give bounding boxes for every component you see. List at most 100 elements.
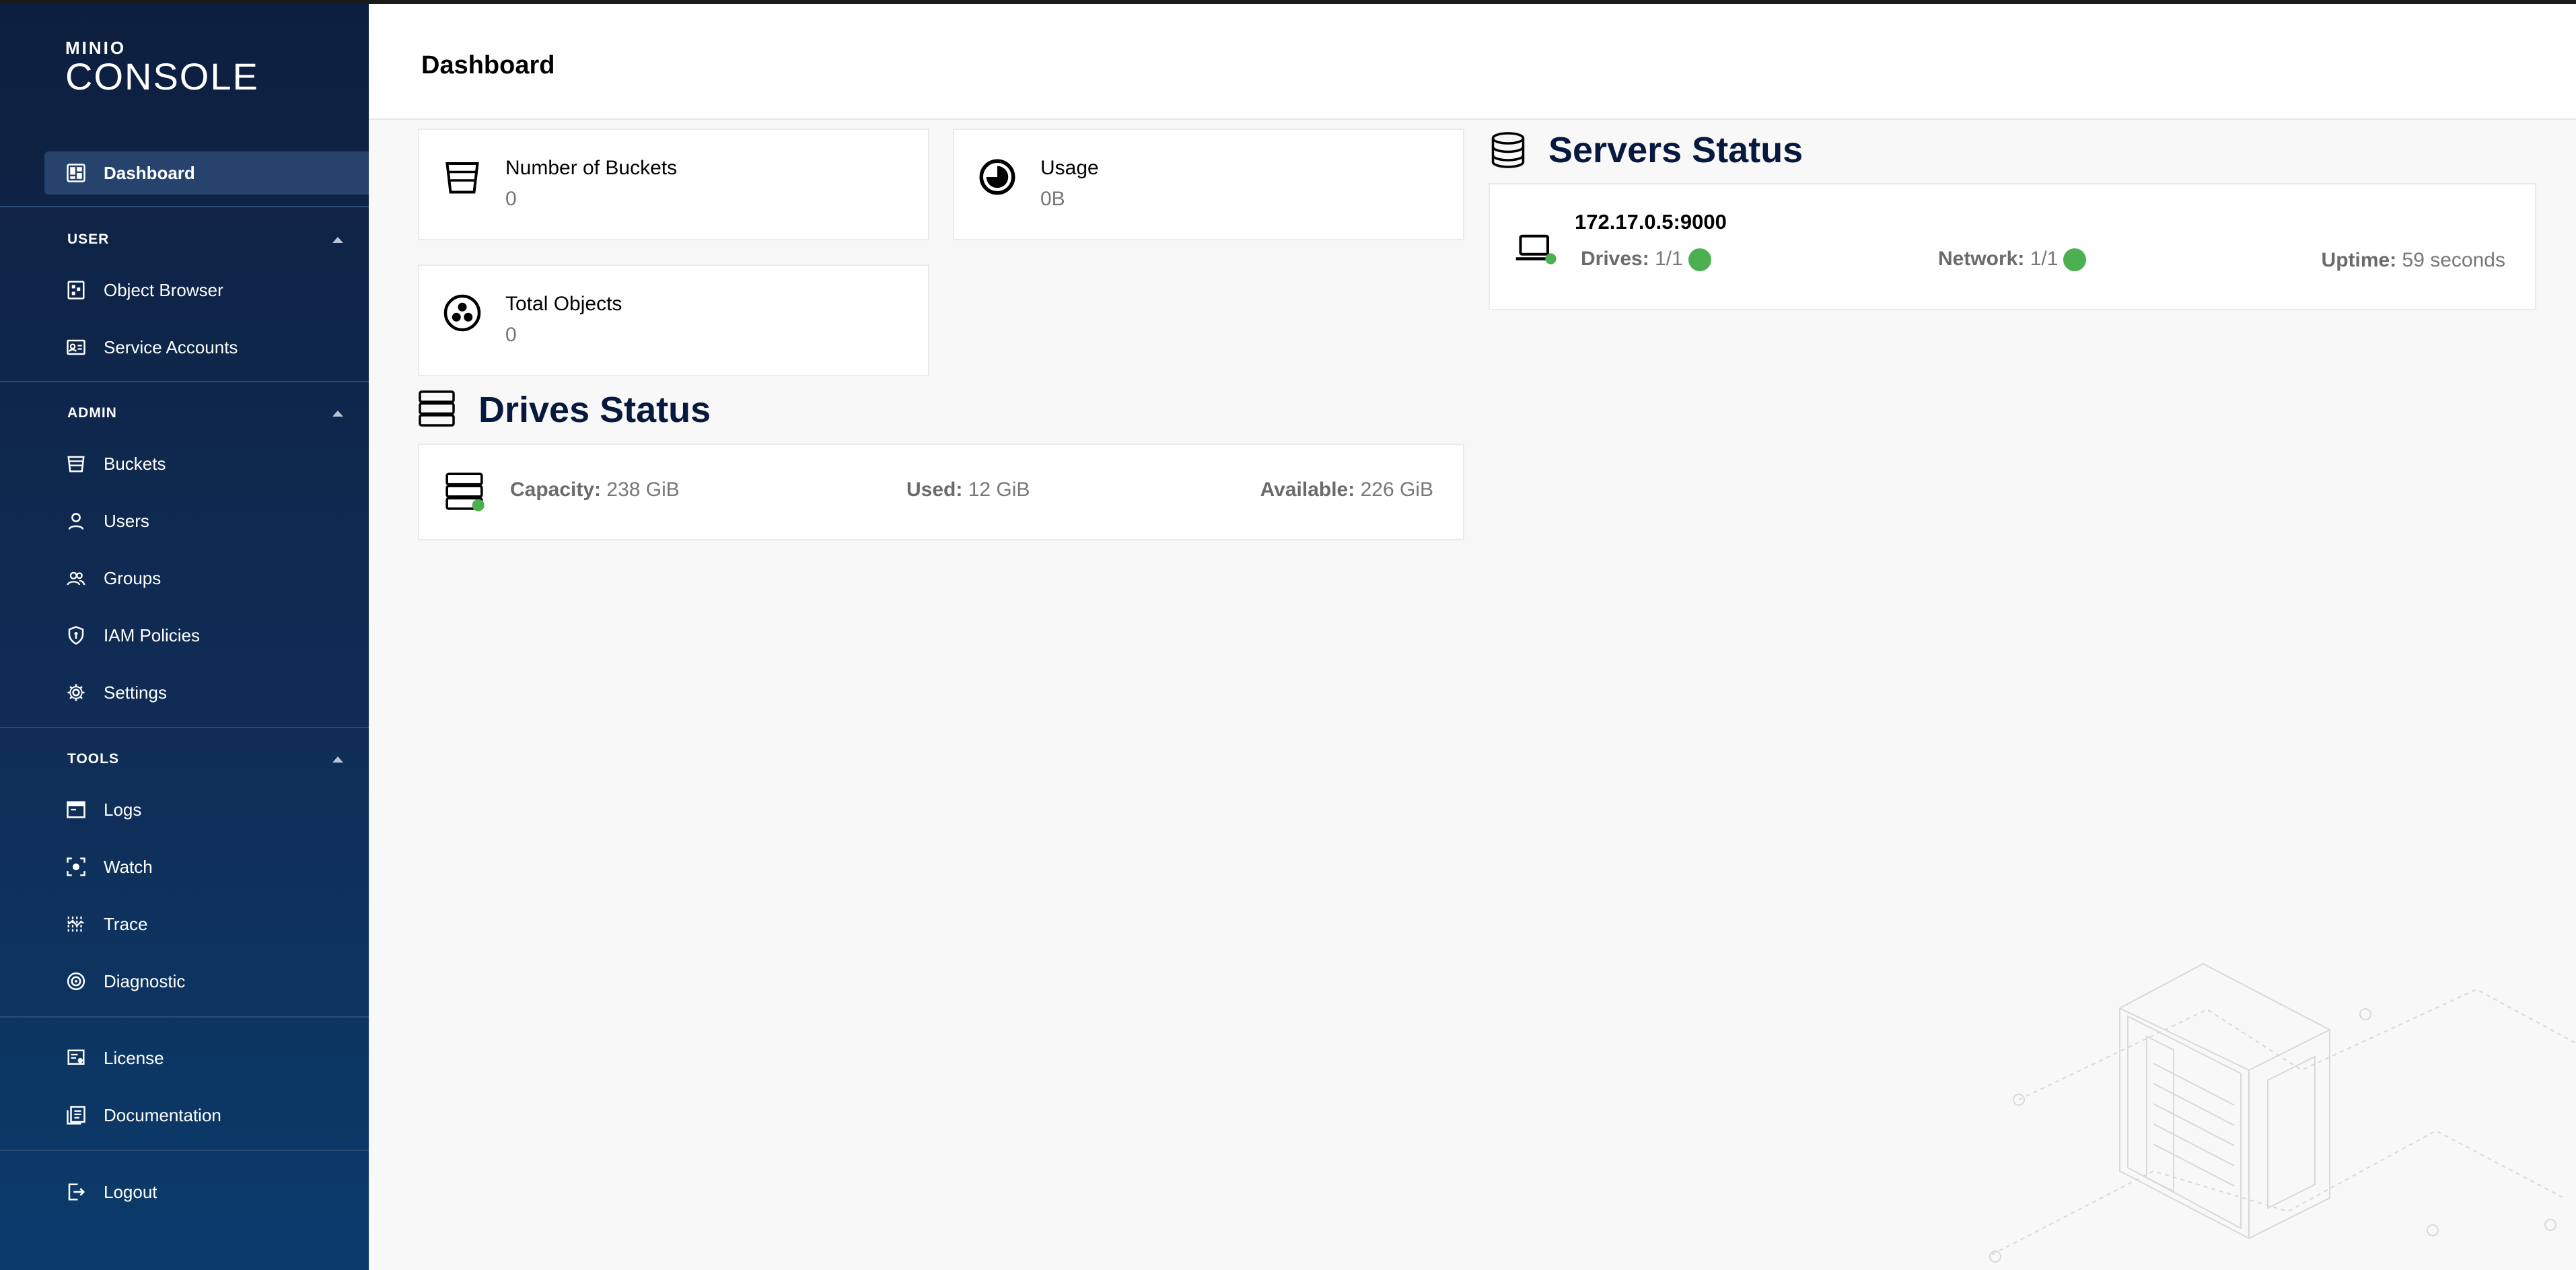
laptop-icon [1515, 234, 1557, 264]
groups-icon [66, 568, 86, 588]
sidebar-item-label: Dashboard [104, 162, 195, 183]
pie-chart-icon [979, 159, 1015, 195]
available-label: Available: [1260, 479, 1355, 501]
network-status-dot [2063, 248, 2087, 272]
sidebar-item-buckets[interactable]: Buckets [44, 442, 369, 485]
page-header: Dashboard [369, 4, 2576, 120]
server-host: 172.17.0.5:9000 [1575, 210, 1727, 234]
drive-icon [445, 472, 485, 511]
bucket-icon [66, 454, 86, 474]
sidebar-item-trace[interactable]: Trace [44, 903, 369, 946]
sidebar-divider [0, 1016, 369, 1018]
sidebar-item-label: Documentation [104, 1104, 221, 1125]
stat-value: 0B [1040, 188, 1065, 210]
capacity-label: Capacity: [510, 479, 602, 501]
collapse-caret-icon [332, 756, 343, 763]
sidebar-item-object-browser[interactable]: Object Browser [44, 269, 369, 312]
license-icon [66, 1048, 86, 1068]
bucket-icon [445, 162, 479, 194]
section-title: USER [67, 232, 110, 247]
service-accounts-icon [66, 337, 86, 357]
sidebar-item-label: Object Browser [104, 279, 223, 300]
section-title: TOOLS [67, 751, 119, 767]
section-tools-header[interactable]: TOOLS [67, 751, 343, 767]
documentation-icon [66, 1105, 86, 1125]
capacity-value: 238 GiB [606, 479, 680, 501]
section-title: ADMIN [67, 405, 117, 421]
stat-label: Number of Buckets [505, 157, 678, 179]
sidebar-item-license[interactable]: License [44, 1036, 369, 1080]
server-status-row: 172.17.0.5:9000 Drives: 1/1 Network: 1/1… [1489, 183, 2536, 310]
logo-console-text: CONSOLE [65, 55, 259, 98]
collapse-caret-icon [332, 410, 343, 417]
sidebar-item-label: Service Accounts [104, 337, 238, 357]
sidebar-item-groups[interactable]: Groups [44, 557, 369, 600]
drives-value: 1/1 [1655, 248, 1683, 270]
network-value: 1/1 [2030, 248, 2059, 270]
server-drives-field: Drives: 1/1 [1581, 248, 1711, 272]
server-uptime-field: Uptime: 59 seconds [2322, 249, 2505, 272]
sidebar-item-label: Watch [104, 856, 153, 877]
servers-status-title: Servers Status [1548, 130, 1803, 170]
sidebar-item-diagnostic[interactable]: Diagnostic [44, 960, 369, 1003]
sidebar-item-service-accounts[interactable]: Service Accounts [44, 326, 369, 369]
number-of-buckets-card: Number of Buckets 0 [418, 129, 929, 240]
stat-label: Usage [1040, 157, 1099, 179]
used-field: Used: 12 GiB [906, 479, 1030, 501]
sidebar-item-iam-policies[interactable]: IAM Policies [44, 614, 369, 657]
diagnostic-icon [66, 971, 86, 991]
minio-console-logo[interactable]: MINIO CONSOLE [65, 39, 259, 97]
used-label: Used: [906, 479, 963, 501]
objects-icon [443, 294, 481, 332]
sidebar-item-label: License [104, 1047, 164, 1068]
sidebar-divider [0, 727, 369, 728]
collapse-caret-icon [332, 236, 343, 243]
stat-value: 0 [505, 324, 517, 346]
watch-icon [66, 857, 86, 877]
sidebar-divider [0, 206, 369, 207]
used-value: 12 GiB [968, 479, 1030, 501]
shield-icon [66, 625, 86, 645]
sidebar: MINIO CONSOLE Dashboard USER Object Brow… [0, 0, 369, 1270]
uptime-value: 59 seconds [2402, 249, 2505, 271]
sidebar-item-logs[interactable]: Logs [44, 788, 369, 831]
uptime-label: Uptime: [2321, 249, 2397, 271]
drives-label: Drives: [1581, 248, 1649, 270]
sidebar-item-watch[interactable]: Watch [44, 845, 369, 888]
drive-status-row: Capacity: 238 GiB Used: 12 GiB Available… [418, 444, 1464, 540]
network-label: Network: [1938, 248, 2025, 270]
section-admin-header[interactable]: ADMIN [67, 405, 343, 421]
gear-icon [66, 682, 86, 703]
sidebar-item-label: Logout [104, 1181, 157, 1202]
sidebar-divider [0, 1150, 369, 1151]
stat-label: Total Objects [505, 293, 622, 315]
servers-status-icon [1491, 132, 1525, 168]
background-server-illustration [1989, 962, 2576, 1263]
sidebar-item-dashboard[interactable]: Dashboard [44, 151, 369, 195]
section-user-header[interactable]: USER [67, 232, 343, 248]
available-value: 226 GiB [1360, 479, 1433, 501]
object-browser-icon [66, 280, 86, 300]
drives-status-title: Drives Status [478, 390, 711, 430]
window-top-border [0, 0, 2576, 4]
dashboard-icon [66, 163, 86, 183]
sidebar-item-label: Users [104, 510, 149, 531]
server-network-field: Network: 1/1 [1938, 248, 2087, 272]
stat-value: 0 [505, 188, 517, 210]
sidebar-item-logout[interactable]: Logout [44, 1170, 369, 1213]
page-title: Dashboard [421, 51, 555, 79]
trace-icon [66, 914, 86, 934]
capacity-field: Capacity: 238 GiB [510, 479, 680, 501]
total-objects-card: Total Objects 0 [418, 264, 929, 376]
sidebar-item-settings[interactable]: Settings [44, 671, 369, 714]
sidebar-item-label: Trace [104, 913, 148, 934]
available-field: Available: 226 GiB [1260, 479, 1433, 501]
sidebar-divider [0, 381, 369, 382]
logo-mini-text: MINIO [65, 38, 127, 58]
sidebar-item-label: Diagnostic [104, 971, 186, 991]
user-icon [66, 511, 86, 531]
logs-icon [66, 800, 86, 820]
sidebar-item-label: Buckets [104, 453, 166, 474]
sidebar-item-users[interactable]: Users [44, 499, 369, 542]
sidebar-item-documentation[interactable]: Documentation [44, 1094, 369, 1137]
